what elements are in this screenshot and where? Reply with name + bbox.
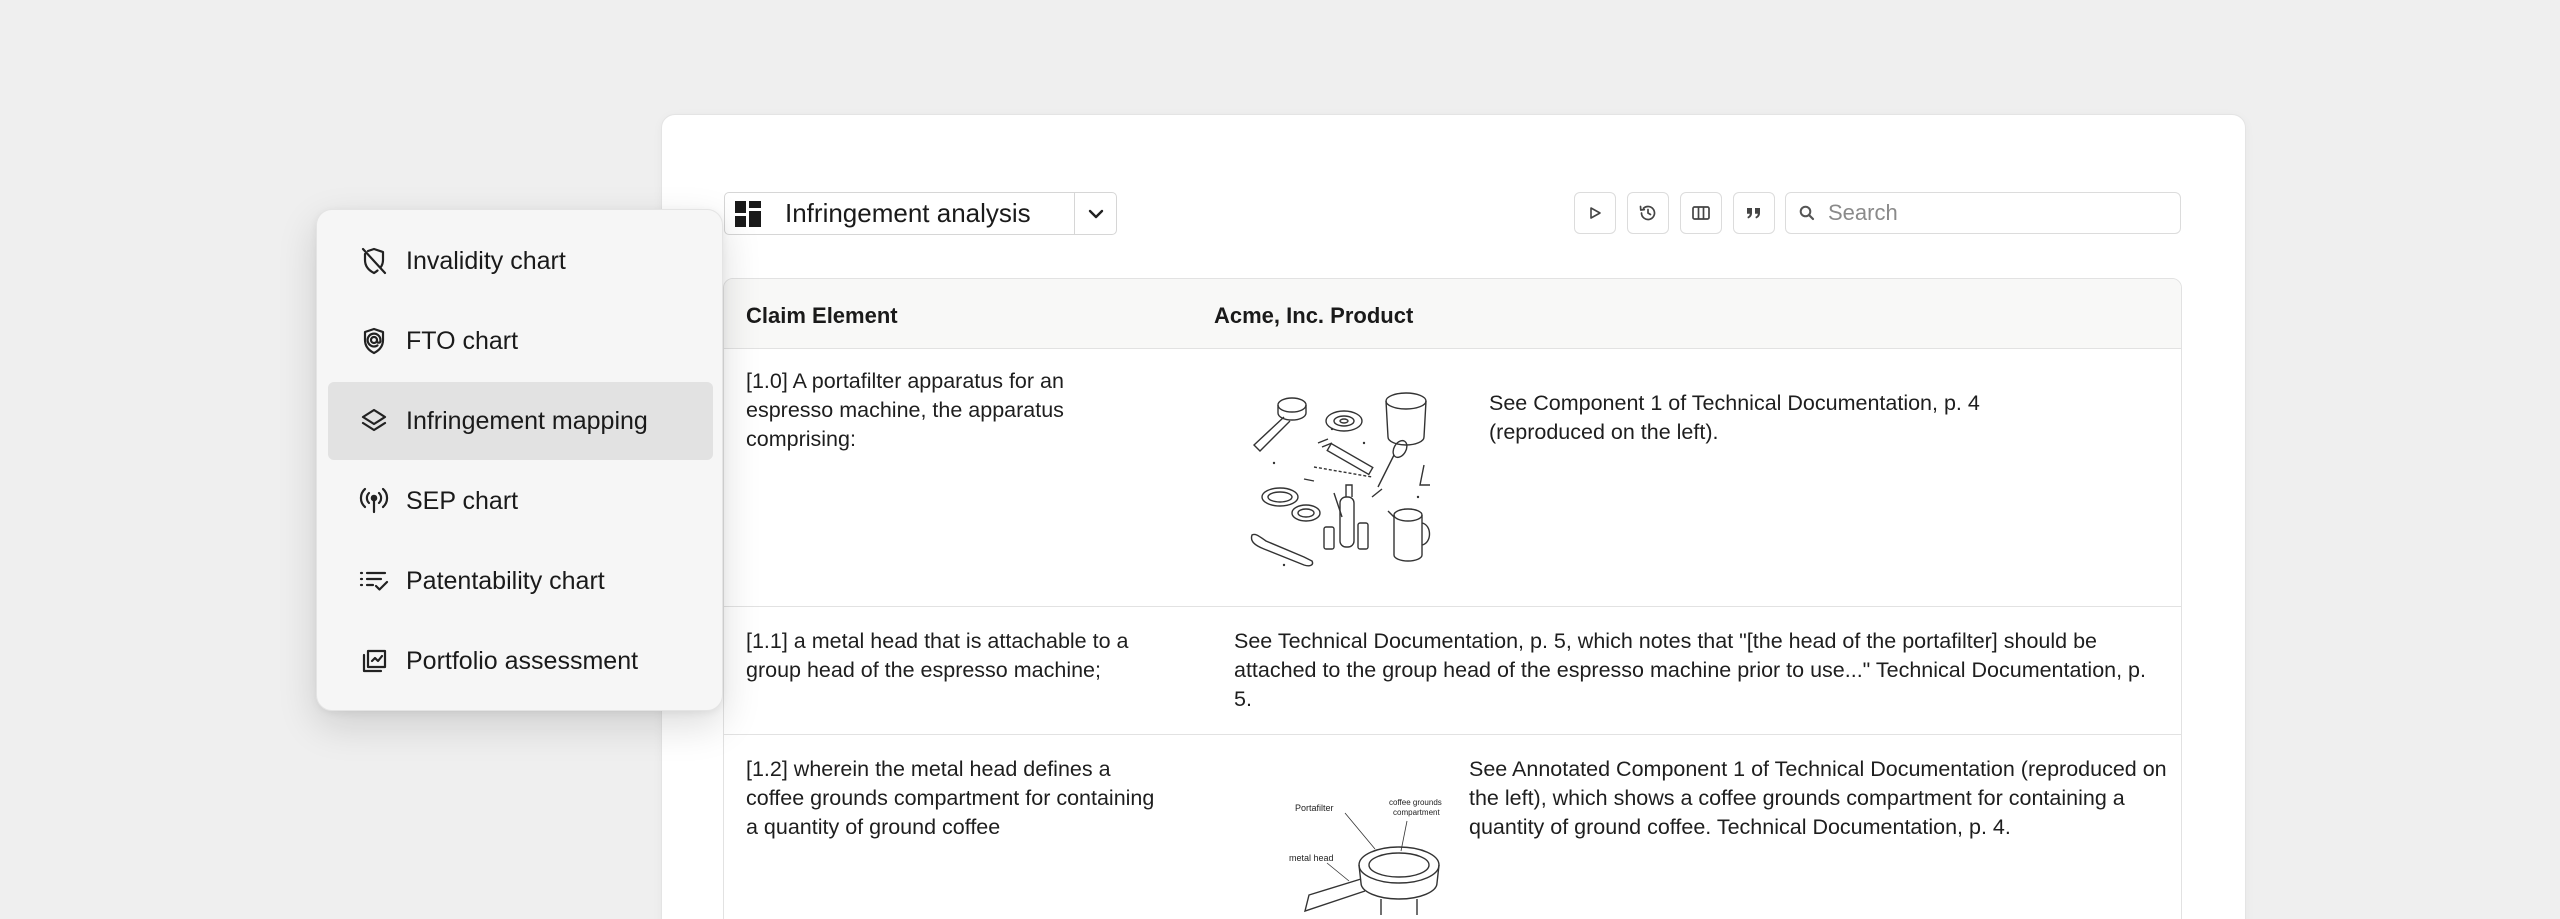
menu-item-sep-chart[interactable]: SEP chart bbox=[328, 462, 713, 540]
annotated-portafilter-illustration: Portafilter coffee grounds compartment me… bbox=[1289, 798, 1442, 915]
chart-type-label: Infringement analysis bbox=[785, 198, 1031, 228]
menu-item-infringement-mapping[interactable]: Infringement mapping bbox=[328, 382, 713, 460]
menu-item-portfolio-assessment[interactable]: Portfolio assessment bbox=[328, 622, 713, 700]
shield-at-icon bbox=[358, 325, 390, 357]
broadcast-icon bbox=[358, 485, 390, 517]
menu-item-label: Invalidity chart bbox=[406, 246, 566, 275]
quote-button[interactable] bbox=[1733, 192, 1775, 234]
list-check-icon bbox=[358, 565, 390, 597]
columns-icon bbox=[1692, 206, 1710, 220]
product-evidence-cell: See Annotated Component 1 of Technical D… bbox=[1469, 757, 2167, 839]
claim-chart-table: Claim Element Acme, Inc. Product [1.0] A… bbox=[723, 278, 2182, 919]
table-row[interactable]: [1.0] A portafilter apparatus for an esp… bbox=[724, 349, 2181, 607]
table-row[interactable]: [1.2] wherein the metal head defines a c… bbox=[724, 735, 2181, 919]
claim-element-cell: [1.0] A portafilter apparatus for an esp… bbox=[746, 369, 1064, 451]
history-icon bbox=[1639, 205, 1656, 221]
menu-item-fto-chart[interactable]: FTO chart bbox=[328, 302, 713, 380]
exploded-portafilter-illustration bbox=[1250, 392, 1431, 567]
layers-icon bbox=[358, 405, 390, 437]
chevron-down-icon[interactable] bbox=[1074, 193, 1116, 234]
column-header-product[interactable]: Acme, Inc. Product bbox=[1214, 303, 1413, 329]
metal-head-label: metal head bbox=[1289, 853, 1334, 863]
table-row[interactable]: [1.1] a metal head that is attachable to… bbox=[724, 607, 2181, 735]
menu-item-invalidity-chart[interactable]: Invalidity chart bbox=[328, 222, 713, 300]
menu-item-label: Infringement mapping bbox=[406, 406, 648, 435]
menu-item-label: Patentability chart bbox=[406, 566, 605, 595]
table-header: Claim Element Acme, Inc. Product bbox=[724, 279, 2181, 349]
shield-off-icon bbox=[358, 245, 390, 277]
chart-type-dropdown[interactable]: Infringement analysis bbox=[724, 192, 1117, 235]
menu-item-label: Portfolio assessment bbox=[406, 646, 639, 675]
search-input[interactable] bbox=[1828, 200, 2158, 226]
compartment-label: coffee grounds compartment bbox=[1389, 798, 1442, 817]
run-button[interactable] bbox=[1574, 192, 1616, 234]
quote-icon bbox=[1747, 208, 1760, 219]
portafilter-label: Portafilter bbox=[1295, 803, 1334, 813]
portfolio-stack-icon bbox=[358, 645, 390, 677]
menu-item-patentability-chart[interactable]: Patentability chart bbox=[328, 542, 713, 620]
product-evidence-cell: See Technical Documentation, p. 5, which… bbox=[1234, 629, 2146, 711]
play-icon bbox=[1590, 207, 1601, 219]
menu-item-label: FTO chart bbox=[406, 326, 519, 355]
claim-element-cell: [1.2] wherein the metal head defines a c… bbox=[746, 757, 1155, 839]
dashboard-icon bbox=[735, 200, 761, 227]
claim-element-cell: [1.1] a metal head that is attachable to… bbox=[746, 629, 1129, 682]
search-icon bbox=[1799, 205, 1815, 221]
columns-button[interactable] bbox=[1680, 192, 1722, 234]
chart-type-menu: Invalidity chart FTO chart Infringement … bbox=[316, 209, 723, 711]
history-button[interactable] bbox=[1627, 192, 1669, 234]
menu-item-label: SEP chart bbox=[406, 486, 519, 515]
product-evidence-cell: See Component 1 of Technical Documentati… bbox=[1489, 391, 1980, 444]
column-header-claim-element[interactable]: Claim Element bbox=[746, 303, 898, 329]
search-field[interactable] bbox=[1785, 192, 2181, 234]
